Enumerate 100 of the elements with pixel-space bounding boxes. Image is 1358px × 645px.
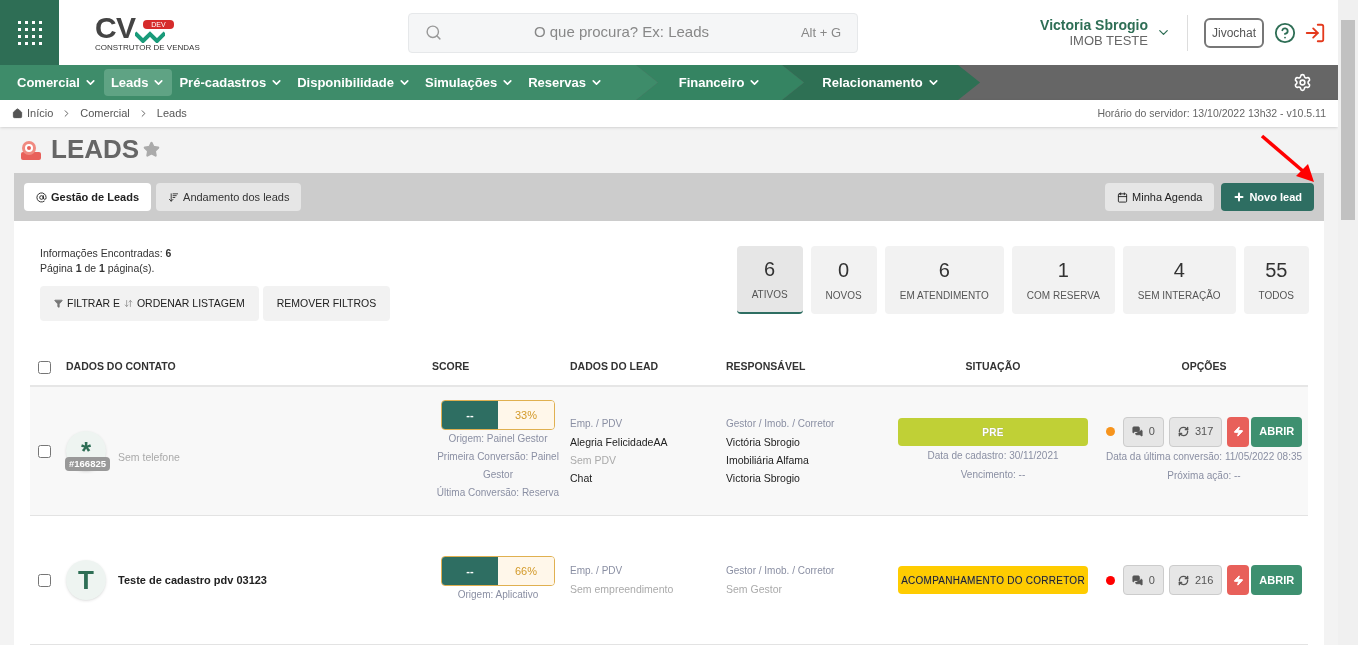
- lead-detail: Alegria FelicidadeAA: [570, 435, 669, 450]
- origin-text: Origem: Painel Gestor: [448, 432, 548, 446]
- logo-text: CV: [95, 13, 136, 43]
- search-icon: [425, 24, 442, 41]
- refresh-icon: [1177, 426, 1189, 437]
- status-counter-tab[interactable]: 55 TODOS: [1243, 246, 1309, 314]
- status-badge: PRE: [898, 418, 1088, 446]
- conversions-button[interactable]: 317: [1168, 416, 1223, 447]
- status-counter-tab[interactable]: 1 COM RESERVA: [1011, 246, 1115, 314]
- breadcrumb-link[interactable]: Início: [27, 105, 54, 122]
- option-detail: Próxima ação: --: [1167, 468, 1241, 483]
- origin-text: Origem: Aplicativo: [457, 588, 539, 602]
- conversions-button[interactable]: 216: [1168, 565, 1223, 595]
- nav-menu-item[interactable]: Pré-cadastros: [172, 69, 291, 97]
- field-label: Emp. / PDV: [570, 417, 624, 431]
- column-header: RESPONSÁVEL: [726, 359, 807, 375]
- lead-detail: Chat: [570, 471, 594, 486]
- id-badge: #166825: [65, 457, 110, 472]
- chat-bubbles-icon: [1131, 426, 1143, 437]
- sort-arrows-icon: [123, 299, 133, 308]
- search-input[interactable]: O que procura? Ex: Leads: [442, 21, 801, 44]
- select-all-checkbox[interactable]: [38, 360, 51, 374]
- nav-menu-item[interactable]: Financeiro: [671, 69, 769, 97]
- logout-icon[interactable]: [1304, 21, 1326, 44]
- field-label: Emp. / PDV: [570, 564, 624, 578]
- arrow-annotation: [1260, 133, 1316, 184]
- status-counter-tab[interactable]: 6 ATIVOS: [736, 246, 803, 314]
- status-detail: Vencimento: --: [960, 468, 1026, 482]
- tab[interactable]: Andamento dos leads: [156, 183, 302, 211]
- filter-button[interactable]: FILTRAR E ORDENAR LISTAGEM: [40, 286, 259, 321]
- origin-text: Última Conversão: Reserva: [436, 485, 560, 500]
- lead-detail: Sem PDV: [570, 453, 618, 468]
- tab[interactable]: Gestão de Leads: [24, 183, 152, 211]
- column-header: DADOS DO LEAD: [570, 359, 660, 375]
- sort-icon: [168, 191, 180, 203]
- calendar-icon: [1117, 191, 1129, 203]
- user-company: IMOB TESTE: [1069, 32, 1148, 49]
- origin-text: Primeira Conversão: Painel Gestor: [436, 450, 560, 482]
- row-checkbox[interactable]: [38, 573, 51, 587]
- grid-icon: [17, 20, 42, 45]
- nav-menu-item[interactable]: Reservas: [521, 69, 611, 97]
- user-name: Victoria Sbrogio: [1040, 16, 1148, 33]
- status-badge: ACOMPANHAMENTO DO CORRETOR: [898, 566, 1088, 594]
- column-header: DADOS DO CONTATO: [66, 359, 177, 375]
- apps-menu-button[interactable]: [0, 0, 59, 65]
- messages-button[interactable]: 0: [1122, 565, 1164, 595]
- lead-detail: Sem empreendimento: [570, 582, 675, 597]
- score-badge: -- 33%: [441, 400, 555, 430]
- search-field[interactable]: O que procura? Ex: Leads Alt + G: [408, 12, 858, 53]
- chat-bubbles-icon: [1131, 574, 1143, 586]
- star-icon[interactable]: [143, 141, 161, 159]
- filter-icon: [54, 299, 63, 308]
- nav-menu-item[interactable]: Simulações: [417, 69, 522, 97]
- plus-icon: [1233, 191, 1246, 203]
- refresh-icon: [1177, 574, 1189, 586]
- nav-menu-item[interactable]: Disponibilidade: [290, 69, 418, 97]
- status-detail: Data de cadastro: 30/11/2021: [927, 449, 1059, 463]
- settings-icon[interactable]: [1293, 73, 1312, 93]
- lightning-icon: [1232, 426, 1244, 437]
- status-counter-tab[interactable]: 6 EM ATENDIMENTO: [884, 246, 1004, 314]
- score-badge: -- 66%: [441, 556, 555, 586]
- row-checkbox[interactable]: [38, 444, 51, 458]
- page-info: Página 1 de 1 página(s).: [40, 261, 156, 276]
- results-count: Informações Encontradas: 6: [40, 246, 173, 261]
- open-button[interactable]: ABRIR: [1251, 416, 1303, 447]
- nav-menu-item[interactable]: Relacionamento: [815, 69, 947, 97]
- nav-menu-item[interactable]: Comercial: [10, 69, 104, 97]
- responsible-name: Victória Sbrogio: [726, 435, 801, 450]
- page-title: LEADS: [51, 133, 140, 167]
- option-detail: Data da última conversão: 11/05/2022 08:35: [1105, 449, 1303, 464]
- quick-action-button[interactable]: [1227, 565, 1250, 595]
- quick-action-button[interactable]: [1227, 416, 1250, 447]
- status-counter-tab[interactable]: 0 NOVOS: [810, 246, 877, 314]
- logo-subtitle: CONSTRUTOR DE VENDAS: [95, 43, 200, 52]
- shortcut-hint: Alt + G: [800, 23, 841, 42]
- help-icon[interactable]: [1274, 21, 1296, 44]
- open-button[interactable]: ABRIR: [1251, 565, 1303, 595]
- status-counter-tab[interactable]: 4 SEM INTERAÇÃO: [1122, 246, 1236, 314]
- field-label: Gestor / Imob. / Corretor: [726, 564, 836, 578]
- responsible-name: Sem Gestor: [726, 582, 784, 597]
- responsible-name: Imobiliária Alfama: [726, 453, 810, 468]
- avatar: T: [66, 560, 106, 600]
- column-header: SCORE: [431, 359, 471, 375]
- column-header: SITUAÇÃO: [964, 359, 1022, 375]
- breadcrumb-link[interactable]: Comercial: [80, 105, 130, 122]
- breadcrumb-link[interactable]: Leads: [156, 105, 187, 122]
- home-icon: [12, 107, 23, 119]
- new-lead-button[interactable]: Novo lead: [1221, 183, 1314, 211]
- lightning-icon: [1232, 574, 1244, 586]
- field-label: Gestor / Imob. / Corretor: [726, 417, 836, 431]
- contact-phone: Sem telefone: [118, 450, 180, 466]
- messages-button[interactable]: 0: [1122, 416, 1164, 447]
- contact-name: Teste de cadastro pdv 03123: [118, 572, 267, 588]
- agenda-button[interactable]: Minha Agenda: [1105, 183, 1215, 211]
- chat-button[interactable]: Jivochat: [1203, 17, 1264, 48]
- column-header: OPÇÕES: [1180, 359, 1228, 375]
- at-sign-icon: [36, 191, 47, 203]
- server-time: Horário do servidor: 13/10/2022 13h32 - v10.5.11: [1097, 105, 1326, 121]
- responsible-name: Victoria Sbrogio: [726, 471, 801, 486]
- remove-filters-button[interactable]: REMOVER FILTROS: [262, 286, 391, 321]
